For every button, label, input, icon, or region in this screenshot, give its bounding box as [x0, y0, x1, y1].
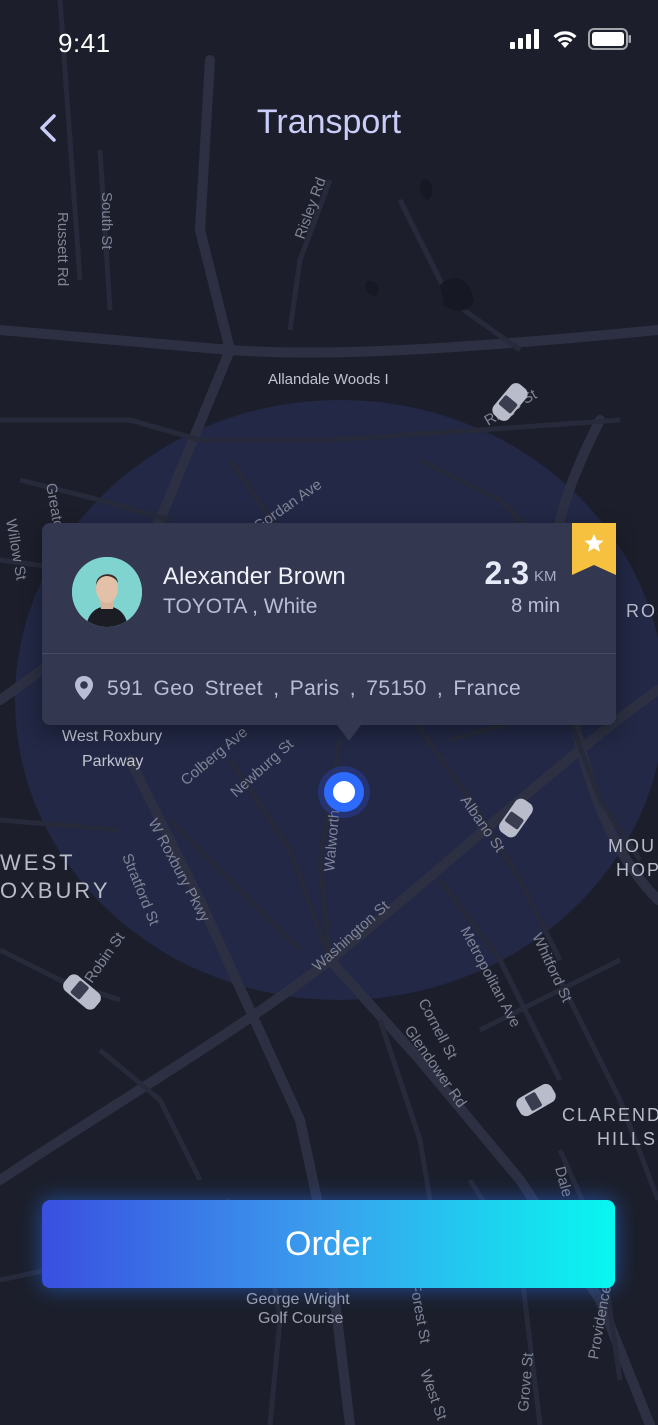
eta-value: 8 min [511, 595, 560, 617]
map-label: Parkway [82, 753, 143, 770]
star-bookmark-icon[interactable] [572, 523, 616, 575]
pickup-address: 591 Geo Street , Paris , 75150 , France [107, 677, 522, 700]
car-info: TOYOTA , White [163, 595, 318, 618]
map-label: Allandale Woods I [268, 371, 389, 388]
status-time: 9:41 [58, 28, 111, 58]
driver-name: Alexander Brown [163, 563, 346, 590]
map-label: HOP [616, 860, 658, 880]
distance-value: 2.3 [484, 555, 529, 591]
page-title: Transport [256, 103, 402, 141]
driver-card[interactable]: Alexander Brown TOYOTA , White 2.3 KM 8 … [42, 523, 616, 741]
map-label: South St [98, 192, 115, 250]
status-bar: 9:41 [0, 0, 658, 80]
avatar[interactable] [72, 557, 142, 627]
map-label: HILLS [597, 1129, 657, 1149]
order-button[interactable]: Order [42, 1200, 615, 1288]
map-label: WEST [0, 850, 76, 875]
map-label: CLAREND [562, 1105, 658, 1125]
screen: Allandale Woods I West Roxbury Parkway W… [0, 0, 658, 1425]
status-icons [510, 28, 632, 50]
map-label: George Wright [246, 1291, 350, 1308]
card-divider [42, 653, 616, 654]
map-label: OXBURY [0, 878, 111, 903]
map-label: ROS [626, 601, 658, 621]
map-label: Golf Course [258, 1310, 343, 1327]
map-label: MOU [608, 836, 656, 856]
avatar-image [72, 557, 142, 627]
map-label: West Roxbury [62, 728, 162, 745]
wifi-icon [553, 31, 577, 48]
current-location-marker [318, 766, 370, 818]
distance-unit: KM [534, 568, 557, 585]
location-pin-icon [75, 676, 93, 700]
signal-icon [510, 29, 539, 49]
battery-icon [588, 28, 631, 50]
map-label: Russett Rd [54, 212, 71, 286]
